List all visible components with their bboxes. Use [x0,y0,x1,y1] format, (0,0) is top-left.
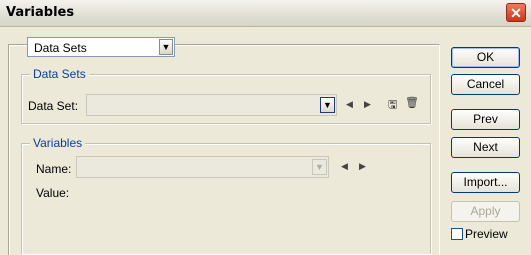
name-select[interactable]: ▼ [76,156,329,178]
prev-variable-icon[interactable]: ◀ [341,161,348,172]
ok-button[interactable]: OK [451,47,520,68]
preview-label[interactable]: Preview [465,227,508,241]
datasets-group-legend: Data Sets [30,67,89,81]
apply-button[interactable]: Apply [451,201,520,222]
save-dataset-icon[interactable]: 🖫 [388,96,397,115]
variables-group-legend: Variables [30,136,86,150]
name-label: Name: [36,162,72,176]
preview-checkbox[interactable] [451,228,463,240]
next-button[interactable]: Next [451,137,520,158]
next-dataset-icon[interactable]: ▶ [364,99,371,110]
prev-dataset-icon[interactable]: ◀ [346,99,353,110]
delete-dataset-icon[interactable]: 🗑 [405,96,419,109]
dataset-label: Data Set: [28,99,79,113]
dataset-select[interactable]: ▼ [86,94,337,116]
chevron-down-icon[interactable]: ▼ [312,159,327,175]
window-title: Variables [6,5,75,20]
title-bar: Variables ✕ [0,0,531,27]
cancel-button[interactable]: Cancel [451,74,520,95]
dialog-body: Data Sets ▼ Data Sets Data Set: ▼ ◀ ▶ 🖫 … [0,27,531,255]
prev-button[interactable]: Prev [451,109,520,130]
chevron-down-icon[interactable]: ▼ [320,97,335,113]
chevron-down-icon[interactable]: ▼ [159,39,173,55]
close-button[interactable]: ✕ [506,3,526,22]
mode-select-value: Data Sets [34,41,87,55]
next-variable-icon[interactable]: ▶ [359,161,366,172]
mode-select[interactable]: Data Sets ▼ [27,37,175,57]
import-button[interactable]: Import... [451,172,520,193]
value-label: Value: [36,186,70,200]
